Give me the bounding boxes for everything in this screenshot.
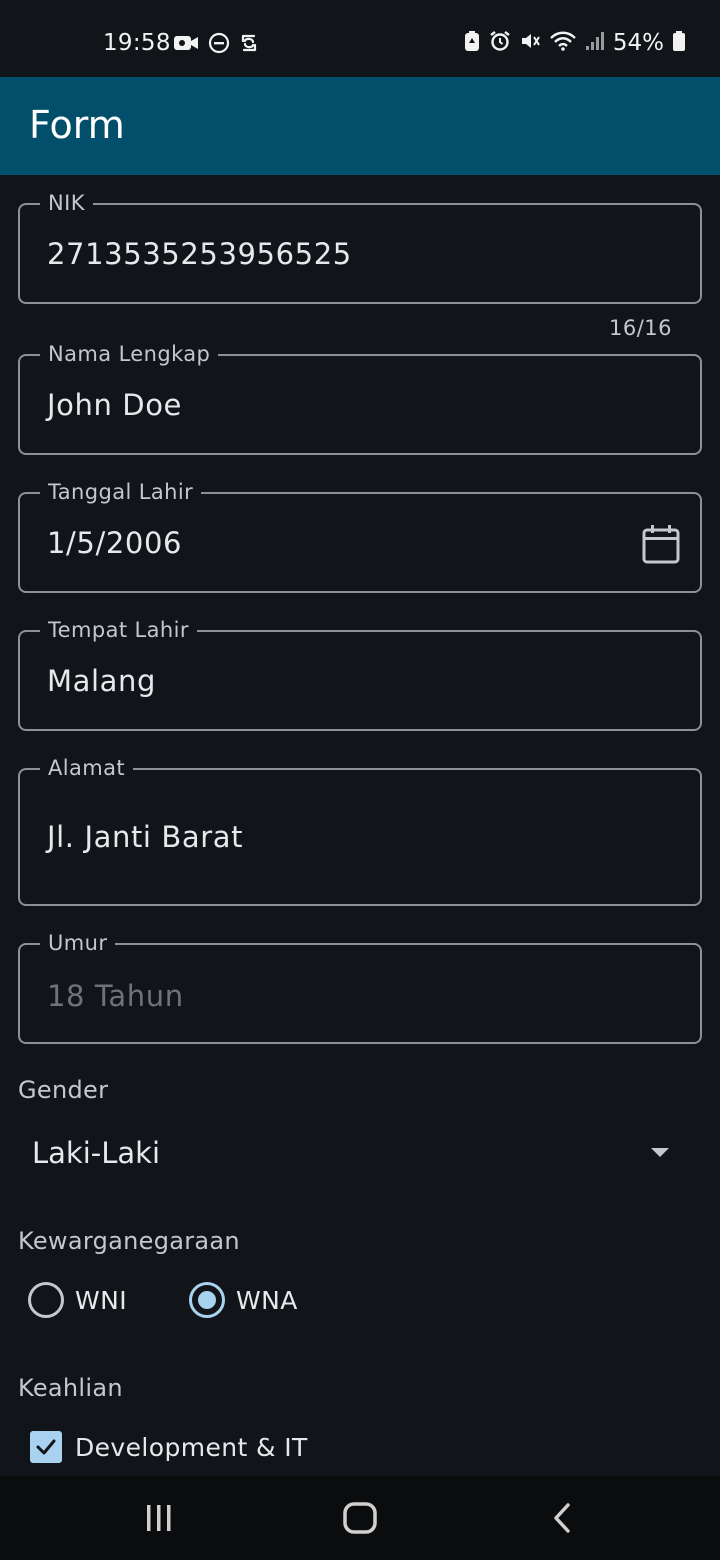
vibrate-off-icon [519,30,541,56]
kewarganegaraan-radio-group: WNI WNA [28,1282,360,1318]
nik-label: NIK [40,190,93,216]
radio-wni-label: WNI [75,1285,127,1315]
alarm-icon [489,30,511,56]
gender-dropdown[interactable]: Laki-Laki [18,1118,702,1188]
checkbox-checked-icon[interactable] [30,1431,62,1463]
battery-icon [672,30,686,56]
tanggal-lahir-label: Tanggal Lahir [40,479,202,505]
gender-selected-value: Laki-Laki [32,1136,161,1170]
app-bar: Form [0,77,720,175]
umur-field: Umur 18 Tahun [18,930,702,1044]
tanggal-lahir-value[interactable]: 1/5/2006 [47,526,182,560]
do-not-disturb-icon [208,32,230,58]
umur-label: Umur [40,930,116,956]
sync-icon [239,32,259,58]
status-left-icons [173,32,259,58]
nik-char-counter: 16/16 [608,316,672,340]
nik-value[interactable]: 2713535253956525 [47,237,352,271]
umur-value: 18 Tahun [47,979,184,1013]
nama-lengkap-value[interactable]: John Doe [47,388,182,422]
radio-wna-label: WNA [236,1285,298,1315]
nama-lengkap-label: Nama Lengkap [40,341,219,367]
status-right: 54% [463,30,686,56]
tempat-lahir-label: Tempat Lahir [40,617,197,643]
wifi-icon [549,30,577,56]
page-title: Form [29,103,125,147]
keahlian-label: Keahlian [18,1374,123,1402]
radio-wna-circle[interactable] [189,1282,225,1318]
tempat-lahir-field[interactable]: Tempat Lahir Malang [18,617,702,731]
battery-saver-icon [463,30,481,56]
tanggal-lahir-field[interactable]: Tanggal Lahir 1/5/2006 [18,479,702,593]
recents-button[interactable] [137,1498,181,1538]
radio-wna[interactable]: WNA [189,1282,298,1318]
status-bar: 19:58 54% [0,0,720,77]
tempat-lahir-value[interactable]: Malang [47,664,156,698]
kewarganegaraan-label: Kewarganegaraan [18,1227,240,1255]
radio-wni[interactable]: WNI [28,1282,127,1318]
signal-icon [585,30,605,56]
checkbox-development-it[interactable]: Development & IT [30,1431,308,1463]
dropdown-arrow-icon [651,1148,669,1157]
alamat-label: Alamat [40,755,134,781]
home-button[interactable] [338,1498,382,1538]
alamat-field[interactable]: Alamat Jl. Janti Barat [18,755,702,906]
gender-label: Gender [18,1076,109,1104]
video-camera-icon [173,33,199,57]
radio-wni-circle[interactable] [28,1282,64,1318]
nama-lengkap-field[interactable]: Nama Lengkap John Doe [18,341,702,455]
battery-percent: 54% [612,30,664,56]
checkbox-development-it-label: Development & IT [75,1432,308,1462]
back-icon [554,1503,570,1533]
recents-icon [147,1505,171,1531]
screen: 19:58 54% Form NIK 2713535253956525 16/1… [0,0,720,1560]
navigation-bar [0,1476,720,1560]
home-icon [343,1502,377,1534]
back-button[interactable] [540,1498,584,1538]
status-time: 19:58 [103,30,171,56]
calendar-icon[interactable] [642,524,680,568]
alamat-value[interactable]: Jl. Janti Barat [47,820,243,854]
nik-field[interactable]: NIK 2713535253956525 [18,190,702,304]
